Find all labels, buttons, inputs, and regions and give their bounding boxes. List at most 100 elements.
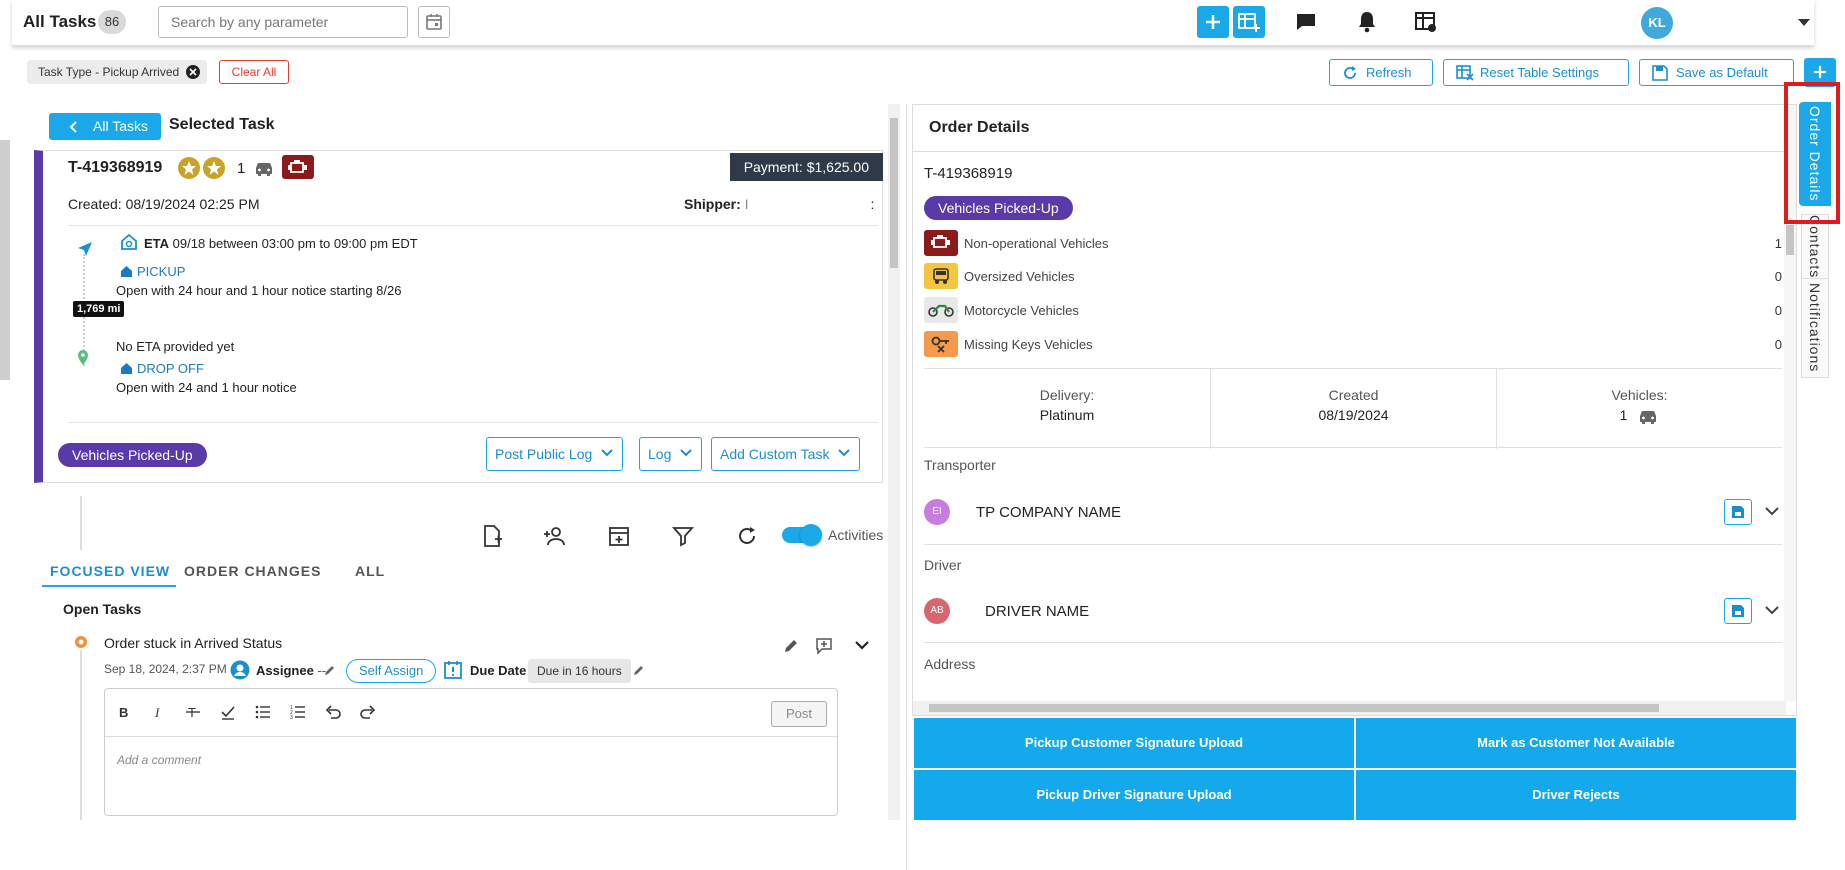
tab-notifications[interactable]: Notifications [1801, 278, 1829, 378]
driver-avatar: AB [924, 598, 950, 624]
dropoff-label: DROP OFF [137, 361, 204, 376]
shipper-tail: : [870, 196, 875, 212]
calendar-button[interactable] [418, 6, 450, 38]
numbered-list-icon[interactable]: 123 [290, 704, 306, 720]
dropoff-link[interactable]: DROP OFF [120, 360, 204, 376]
bullet-list-icon[interactable] [255, 704, 271, 720]
chevron-down-icon[interactable] [855, 641, 869, 650]
scrollbar-thumb[interactable] [929, 704, 1659, 712]
tab-all[interactable]: ALL [355, 563, 385, 579]
table-settings-icon[interactable] [1413, 10, 1439, 34]
italic-icon[interactable]: I [150, 704, 166, 720]
log-button[interactable]: Log [639, 437, 703, 471]
stat-key: Created [1328, 387, 1379, 403]
driver-document-button[interactable] [1724, 598, 1752, 624]
add-table-button[interactable] [1233, 6, 1265, 38]
transporter-document-button[interactable] [1724, 499, 1752, 525]
reset-table-settings-button[interactable]: Reset Table Settings [1443, 59, 1629, 86]
pickup-customer-signature-upload-button[interactable]: Pickup Customer Signature Upload [914, 718, 1354, 768]
home-icon [121, 363, 132, 374]
chat-icon[interactable] [1293, 10, 1319, 34]
pickup-link[interactable]: PICKUP [120, 263, 185, 279]
order-stats: Delivery: Platinum Created 08/19/2024 Ve… [924, 368, 1782, 449]
self-assign-button[interactable]: Self Assign [346, 659, 437, 683]
vehicle-count: 1 [1774, 236, 1782, 251]
left-edge-scrollbar[interactable] [0, 140, 10, 380]
timeline-line [80, 496, 82, 550]
task-card: T-419368919 1 Payment: $1,625.00 Created… [34, 150, 883, 483]
scrollbar-thumb[interactable] [1786, 225, 1794, 255]
pickup-driver-signature-upload-button[interactable]: Pickup Driver Signature Upload [914, 770, 1354, 820]
post-button[interactable]: Post [771, 701, 827, 727]
clear-all-button[interactable]: Clear All [219, 60, 289, 84]
tab-focused-view[interactable]: FOCUSED VIEW [50, 563, 170, 579]
activities-toggle[interactable] [782, 524, 822, 546]
oversized-truck-icon [924, 263, 958, 289]
page-title: All Tasks [23, 12, 97, 31]
comment-editor: B I T 123 Post Add a comment [104, 688, 838, 816]
svg-text:B: B [119, 705, 128, 720]
chevron-down-icon[interactable] [1765, 507, 1779, 516]
vehicle-count: 0 [1774, 303, 1782, 318]
panel-divider[interactable] [906, 104, 907, 870]
add-user-icon[interactable] [543, 524, 567, 548]
vehicles-count: 1 [1619, 407, 1628, 423]
order-panel-horizontal-scrollbar[interactable] [913, 701, 1786, 715]
left-panel-scrollbar[interactable] [888, 104, 900, 820]
driver-rejects-button[interactable]: Driver Rejects [1356, 770, 1796, 820]
dropoff-note: Open with 24 and 1 hour notice [116, 380, 297, 395]
user-avatar[interactable]: KL [1641, 7, 1673, 39]
vehicle-label: Missing Keys Vehicles [964, 337, 1093, 352]
calendar-alert-icon [444, 661, 462, 679]
divider [913, 151, 1796, 152]
stat-vehicles: Vehicles: 1 [1496, 369, 1782, 449]
chevron-left-icon [69, 121, 77, 133]
edit-pencil-icon[interactable] [783, 638, 799, 654]
back-to-all-tasks-button[interactable]: All Tasks [49, 113, 161, 140]
strikethrough-icon[interactable]: T [185, 704, 201, 720]
refresh-icon[interactable] [735, 524, 759, 548]
stat-value: 1 [1497, 407, 1782, 425]
driver-row: AB DRIVER NAME [924, 583, 1782, 643]
search-input[interactable] [158, 6, 408, 38]
edit-pencil-icon[interactable] [324, 664, 336, 676]
redo-icon[interactable] [360, 704, 376, 720]
reset-table-label: Reset Table Settings [1480, 65, 1599, 80]
plus-icon [1814, 66, 1826, 78]
post-public-log-button[interactable]: Post Public Log [486, 437, 624, 471]
vehicle-label: Non-operational Vehicles [964, 236, 1109, 251]
filter-icon[interactable] [671, 524, 695, 548]
bell-icon[interactable] [1354, 10, 1380, 34]
timeline-line [80, 650, 82, 820]
highlight-annotation [1784, 82, 1840, 224]
open-task-title[interactable]: Order stuck in Arrived Status [104, 635, 282, 651]
tab-order-changes[interactable]: ORDER CHANGES [184, 563, 321, 579]
pickup-note: Open with 24 hour and 1 hour notice star… [116, 283, 402, 298]
undo-icon[interactable] [325, 704, 341, 720]
save-as-default-button[interactable]: Save as Default [1639, 59, 1794, 86]
checklist-icon[interactable] [220, 704, 236, 720]
star-icon [178, 157, 200, 179]
add-custom-task-button[interactable]: Add Custom Task [711, 437, 861, 471]
bold-icon[interactable]: B [115, 704, 131, 720]
vehicle-row-motorcycle: Motorcycle Vehicles 0 [924, 297, 1782, 325]
calendar-plus-icon[interactable] [607, 524, 631, 548]
task-id[interactable]: T-419368919 [68, 159, 162, 177]
new-document-icon[interactable] [480, 524, 504, 548]
car-icon [256, 163, 272, 176]
mark-customer-not-available-button[interactable]: Mark as Customer Not Available [1356, 718, 1796, 768]
order-details-title: Order Details [929, 119, 1030, 136]
remove-filter-close-icon[interactable] [186, 65, 201, 79]
refresh-button[interactable]: Refresh [1329, 59, 1433, 86]
navigation-arrow-icon [78, 242, 92, 256]
stat-key: Vehicles: [1611, 387, 1668, 403]
vehicle-row-non-operational: Non-operational Vehicles 1 [924, 230, 1782, 258]
selected-task-heading: Selected Task [169, 116, 275, 133]
user-menu-chevron-down-icon[interactable] [1798, 19, 1810, 26]
edit-pencil-icon[interactable] [633, 664, 645, 676]
comment-input[interactable]: Add a comment [117, 753, 201, 767]
comment-icon[interactable] [815, 637, 833, 655]
chevron-down-icon[interactable] [1765, 606, 1779, 615]
scrollbar-thumb[interactable] [890, 118, 898, 268]
add-button[interactable] [1197, 6, 1229, 38]
